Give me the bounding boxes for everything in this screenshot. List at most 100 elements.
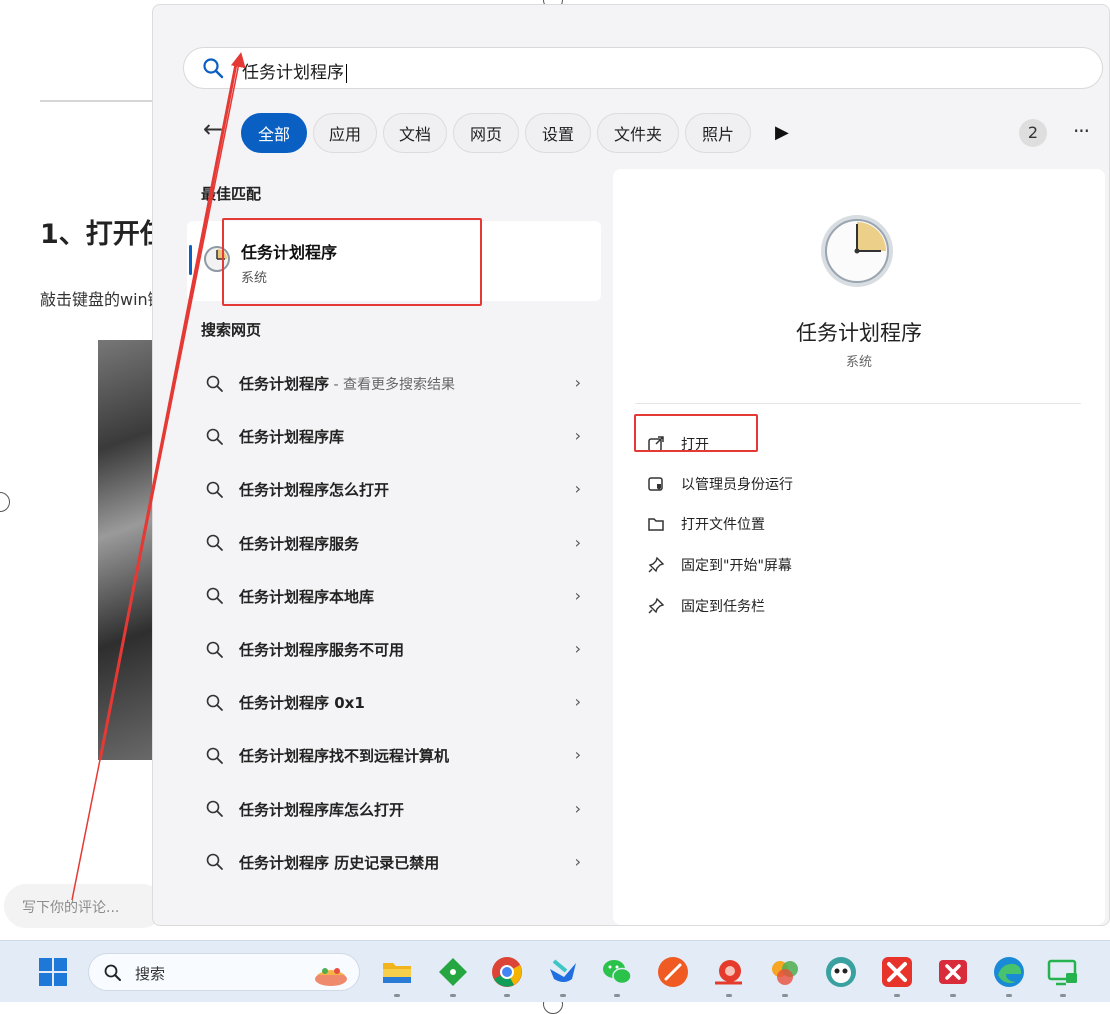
best-match-title: 任务计划程序 <box>241 243 338 262</box>
chevron-right-icon: › <box>574 585 581 605</box>
search-query-text: 任务计划程序 <box>242 58 347 83</box>
running-indicator <box>450 994 456 997</box>
rewards-count-badge[interactable]: 2 <box>1019 119 1047 147</box>
colorful-app-icon[interactable] <box>768 955 802 989</box>
clock-icon <box>203 245 231 277</box>
chevron-right-icon: › <box>574 798 581 818</box>
web-result-row[interactable]: 任务计划程序怎么打开 › <box>193 463 593 516</box>
action-pin-to-taskbar-label: 固定到任务栏 <box>681 599 765 615</box>
file-explorer-icon[interactable] <box>380 955 414 989</box>
web-result-row[interactable]: 任务计划程序本地库 › <box>193 570 593 623</box>
pin-icon <box>648 597 665 614</box>
taskbar: 搜索 <box>0 940 1110 1002</box>
running-indicator <box>1006 994 1012 997</box>
article-photo <box>98 340 158 760</box>
chevron-right-icon: › <box>574 479 581 499</box>
wechat-icon[interactable] <box>600 955 634 989</box>
article-divider <box>40 100 155 102</box>
comment-placeholder: 写下你的评论... <box>22 900 120 916</box>
action-open-file-location[interactable]: 打开文件位置 <box>647 511 765 537</box>
web-search-heading: 搜索网页 <box>201 321 262 339</box>
search-icon <box>206 481 223 498</box>
search-icon <box>206 375 223 392</box>
panda-app-icon[interactable] <box>824 955 858 989</box>
chrome-icon[interactable] <box>490 955 524 989</box>
action-run-as-admin[interactable]: 以管理员身份运行 <box>647 471 793 497</box>
overflow-menu-button[interactable]: ··· <box>1069 117 1093 145</box>
running-indicator <box>782 994 788 997</box>
web-result-row[interactable]: 任务计划程序找不到远程计算机 › <box>193 729 593 782</box>
running-indicator <box>394 994 400 997</box>
xmind-icon[interactable] <box>880 955 914 989</box>
search-icon <box>206 694 223 711</box>
web-result-text: 任务计划程序 - 查看更多搜索结果 <box>239 375 455 394</box>
web-result-row[interactable]: 任务计划程序 历史记录已禁用 › <box>193 836 593 889</box>
web-result-text: 任务计划程序库 <box>239 428 345 447</box>
filter-documents[interactable]: 文档 <box>383 113 447 153</box>
search-input[interactable]: 任务计划程序 <box>183 47 1103 89</box>
filter-all[interactable]: 全部 <box>241 113 307 153</box>
green-diamond-app-icon[interactable] <box>436 955 470 989</box>
running-indicator <box>950 994 956 997</box>
action-open-file-location-label: 打开文件位置 <box>681 517 765 533</box>
detail-subtitle: 系统 <box>845 355 872 370</box>
search-icon <box>202 57 224 83</box>
chevron-right-icon: › <box>574 532 581 552</box>
windows-start-icon[interactable] <box>36 955 70 989</box>
shield-admin-icon <box>648 477 663 491</box>
filter-photos[interactable]: 照片 <box>685 113 751 153</box>
back-button[interactable]: ← <box>199 115 227 143</box>
web-result-text: 任务计划程序怎么打开 <box>239 481 390 500</box>
filter-web[interactable]: 网页 <box>453 113 519 153</box>
action-open-label: 打开 <box>681 437 709 453</box>
action-pin-to-taskbar[interactable]: 固定到任务栏 <box>647 593 765 619</box>
action-open[interactable]: 打开 <box>647 431 709 457</box>
search-icon <box>206 853 223 871</box>
best-match-subtitle: 系统 <box>241 271 268 286</box>
filter-apps[interactable]: 应用 <box>313 113 377 153</box>
web-result-text: 任务计划程序找不到远程计算机 <box>239 747 450 766</box>
running-indicator <box>1060 994 1066 997</box>
chevron-right-icon: › <box>574 692 581 712</box>
feishu-icon[interactable] <box>546 955 580 989</box>
web-result-row[interactable]: 任务计划程序库 › <box>193 410 593 463</box>
folder-icon <box>648 518 664 531</box>
filter-settings[interactable]: 设置 <box>525 113 591 153</box>
more-filters-button[interactable]: ▶ <box>775 119 795 147</box>
web-result-text: 任务计划程序库怎么打开 <box>239 800 405 819</box>
chevron-right-icon: › <box>574 851 581 871</box>
article-heading: 1、打开任务计划程序 <box>40 219 155 250</box>
action-pin-to-start[interactable]: 固定到"开始"屏幕 <box>647 552 792 578</box>
clock-icon <box>817 211 897 295</box>
taskbar-search-box[interactable]: 搜索 <box>88 953 360 991</box>
orange-pen-app-icon[interactable] <box>656 955 690 989</box>
web-result-row[interactable]: 任务计划程序库怎么打开 › <box>193 783 593 836</box>
best-match-heading: 最佳匹配 <box>201 185 262 203</box>
web-result-text: 任务计划程序本地库 <box>239 587 375 606</box>
web-results-list: 任务计划程序 - 查看更多搜索结果 › 任务计划程序库 › 任务计划程序怎么打开… <box>193 357 593 889</box>
chevron-right-icon: › <box>574 745 581 765</box>
search-icon <box>206 747 223 764</box>
running-indicator <box>614 994 620 997</box>
chevron-right-icon: › <box>574 426 581 446</box>
web-result-row[interactable]: 任务计划程序 0x1 › <box>193 676 593 729</box>
pin-icon <box>648 556 665 573</box>
resize-handle-left[interactable] <box>0 492 10 512</box>
web-result-suffix: - 查看更多搜索结果 <box>329 377 455 394</box>
running-indicator <box>504 994 510 997</box>
web-result-row[interactable]: 任务计划程序服务不可用 › <box>193 623 593 676</box>
search-icon <box>206 534 223 552</box>
web-result-row[interactable]: 任务计划程序服务 › <box>193 517 593 570</box>
remote-desktop-icon[interactable] <box>1046 955 1080 989</box>
search-icon <box>103 963 123 987</box>
edge-icon[interactable] <box>992 955 1026 989</box>
search-highlight-food-icon <box>309 959 353 991</box>
web-result-text: 任务计划程序服务 <box>239 534 360 553</box>
snail-app-icon[interactable] <box>712 955 746 989</box>
red-x-app-icon[interactable] <box>936 955 970 989</box>
filter-folders[interactable]: 文件夹 <box>597 113 679 153</box>
best-match-result[interactable]: 任务计划程序 系统 <box>187 221 601 301</box>
web-result-row[interactable]: 任务计划程序 - 查看更多搜索结果 › <box>193 357 593 410</box>
running-indicator <box>560 994 566 997</box>
search-flyout: 任务计划程序 ← 全部 应用 文档 网页 设置 文件夹 照片 ▶ 2 ··· 最… <box>152 4 1110 926</box>
